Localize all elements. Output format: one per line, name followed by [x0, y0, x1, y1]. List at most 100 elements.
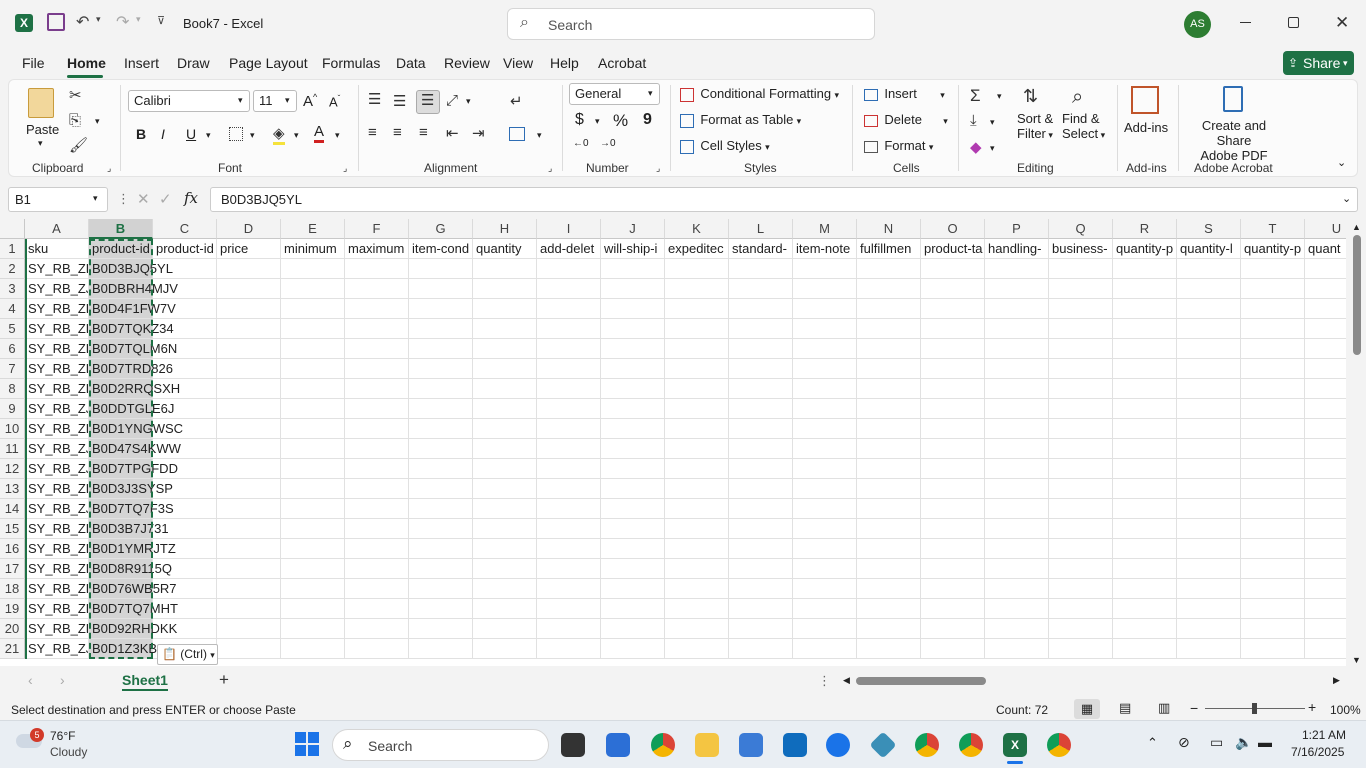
vertical-scrollbar[interactable]: ▲ ▼	[1346, 219, 1366, 668]
table-cell[interactable]	[409, 359, 473, 379]
table-cell[interactable]	[1049, 319, 1113, 339]
table-cell[interactable]	[409, 319, 473, 339]
restore-icon[interactable]	[1288, 17, 1299, 28]
table-cell[interactable]	[729, 459, 793, 479]
table-cell[interactable]	[473, 599, 537, 619]
table-cell[interactable]	[665, 439, 729, 459]
row-header[interactable]: 11	[0, 439, 25, 459]
table-cell[interactable]	[793, 439, 857, 459]
align-right-icon[interactable]: ≡	[419, 124, 428, 141]
table-cell[interactable]	[281, 559, 345, 579]
undo-dropdown-icon[interactable]: ▾	[96, 14, 101, 25]
comma-style-icon[interactable]: 9	[643, 111, 652, 129]
row-header[interactable]: 7	[0, 359, 25, 379]
table-cell[interactable]	[1113, 639, 1177, 659]
table-cell[interactable]	[1113, 519, 1177, 539]
table-cell[interactable]	[345, 319, 409, 339]
table-cell[interactable]	[921, 459, 985, 479]
table-cell[interactable]	[985, 579, 1049, 599]
table-cell[interactable]	[473, 339, 537, 359]
table-cell[interactable]	[1241, 459, 1305, 479]
table-cell[interactable]	[985, 339, 1049, 359]
table-cell[interactable]	[409, 379, 473, 399]
header-cell[interactable]: quant	[1305, 239, 1346, 259]
horizontal-scroll-thumb[interactable]	[856, 677, 986, 685]
table-cell[interactable]	[1049, 619, 1113, 639]
table-cell[interactable]	[1241, 419, 1305, 439]
table-cell[interactable]	[537, 439, 601, 459]
table-cell[interactable]	[921, 359, 985, 379]
delete-cells-button[interactable]: Delete ▾	[864, 112, 948, 127]
column-header-o[interactable]: O	[921, 219, 985, 239]
table-cell[interactable]	[1305, 499, 1346, 519]
column-header-p[interactable]: P	[985, 219, 1049, 239]
table-cell[interactable]	[1241, 559, 1305, 579]
underline-dropdown-icon[interactable]: ▾	[206, 130, 211, 141]
table-cell[interactable]	[217, 459, 281, 479]
table-cell[interactable]	[1305, 339, 1346, 359]
table-cell[interactable]	[1305, 319, 1346, 339]
row-header[interactable]: 4	[0, 299, 25, 319]
table-cell[interactable]	[345, 539, 409, 559]
prev-sheet-icon[interactable]: ‹	[28, 672, 33, 688]
table-cell[interactable]	[601, 619, 665, 639]
tab-insert[interactable]: Insert	[124, 55, 159, 71]
table-cell[interactable]: SY_RB_ZJV	[25, 459, 89, 479]
table-cell[interactable]: SY_RB_ZL0	[25, 559, 89, 579]
table-cell[interactable]	[537, 599, 601, 619]
font-launcher-icon[interactable]: ⌟	[343, 163, 347, 174]
table-cell[interactable]	[281, 479, 345, 499]
table-cell[interactable]	[1177, 559, 1241, 579]
fill-icon[interactable]: ⤓	[970, 112, 977, 129]
battery-icon[interactable]: ▬	[1258, 734, 1272, 750]
table-cell[interactable]	[1305, 559, 1346, 579]
table-cell[interactable]	[601, 319, 665, 339]
table-cell[interactable]	[729, 619, 793, 639]
taskbar-search[interactable]: ⌕ Search	[332, 729, 549, 761]
table-cell[interactable]	[1049, 379, 1113, 399]
table-cell[interactable]	[793, 579, 857, 599]
table-cell[interactable]	[281, 539, 345, 559]
table-cell[interactable]	[345, 519, 409, 539]
table-cell[interactable]	[1177, 359, 1241, 379]
table-cell[interactable]	[1049, 359, 1113, 379]
name-box-dropdown-icon[interactable]: ▾	[93, 193, 98, 204]
ribbon-collapse-icon[interactable]: ⌄	[1337, 156, 1346, 169]
table-cell[interactable]	[217, 499, 281, 519]
table-cell[interactable]	[729, 499, 793, 519]
column-header-u[interactable]: U	[1305, 219, 1346, 239]
table-cell[interactable]	[729, 359, 793, 379]
table-cell[interactable]	[1177, 259, 1241, 279]
table-cell[interactable]	[601, 519, 665, 539]
table-cell[interactable]	[281, 619, 345, 639]
clock-date[interactable]: 7/16/2025	[1291, 745, 1344, 759]
table-cell[interactable]	[409, 419, 473, 439]
table-cell[interactable]: SY_RB_ZL0	[25, 259, 89, 279]
page-break-view-icon[interactable]: ▥	[1158, 700, 1170, 716]
table-cell[interactable]	[985, 359, 1049, 379]
table-cell[interactable]	[857, 299, 921, 319]
table-cell[interactable]	[601, 279, 665, 299]
table-cell[interactable]	[921, 539, 985, 559]
row-header[interactable]: 8	[0, 379, 25, 399]
table-cell[interactable]	[281, 439, 345, 459]
table-cell[interactable]	[345, 499, 409, 519]
header-cell[interactable]: item-note	[793, 239, 857, 259]
chrome-icon[interactable]	[651, 733, 675, 757]
font-name-dropdown-icon[interactable]: ▾	[238, 95, 243, 106]
table-cell[interactable]	[1241, 619, 1305, 639]
font-color-icon[interactable]: A	[314, 123, 325, 143]
table-cell[interactable]: SY_RB_ZP	[25, 419, 89, 439]
table-cell[interactable]	[793, 599, 857, 619]
table-cell[interactable]: SY_RB_ZJT	[25, 439, 89, 459]
table-cell[interactable]	[281, 339, 345, 359]
redo-icon[interactable]: ↷	[116, 12, 129, 32]
table-cell[interactable]	[1177, 379, 1241, 399]
table-cell[interactable]	[473, 359, 537, 379]
calculator-icon[interactable]	[739, 733, 763, 757]
table-cell[interactable]	[1177, 399, 1241, 419]
decrease-decimal-icon[interactable]: →0	[600, 138, 616, 149]
copy-icon[interactable]: ⎘	[69, 112, 81, 129]
table-cell[interactable]	[921, 319, 985, 339]
table-cell[interactable]	[1177, 639, 1241, 659]
